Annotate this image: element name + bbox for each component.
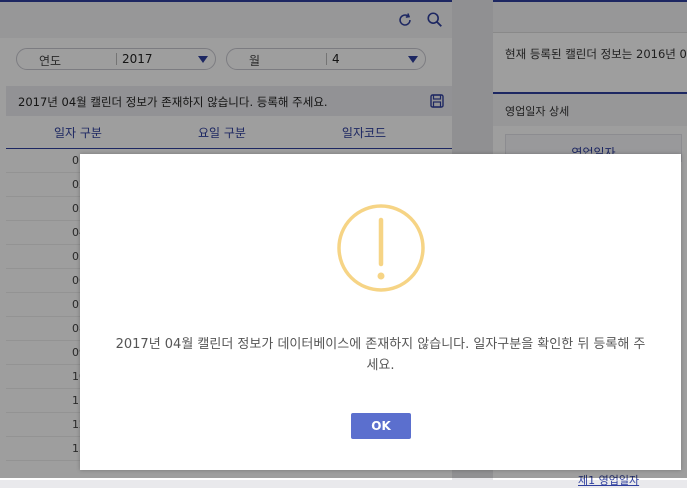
alert-message: 2017년 04월 캘린더 정보가 데이터베이스에 존재하지 않습니다. 일자구… — [115, 337, 646, 373]
alert-dialog: 2017년 04월 캘린더 정보가 데이터베이스에 존재하지 않습니다. 일자구… — [80, 154, 681, 470]
warning-circle-icon — [337, 204, 425, 292]
ok-button[interactable]: OK — [351, 413, 411, 439]
